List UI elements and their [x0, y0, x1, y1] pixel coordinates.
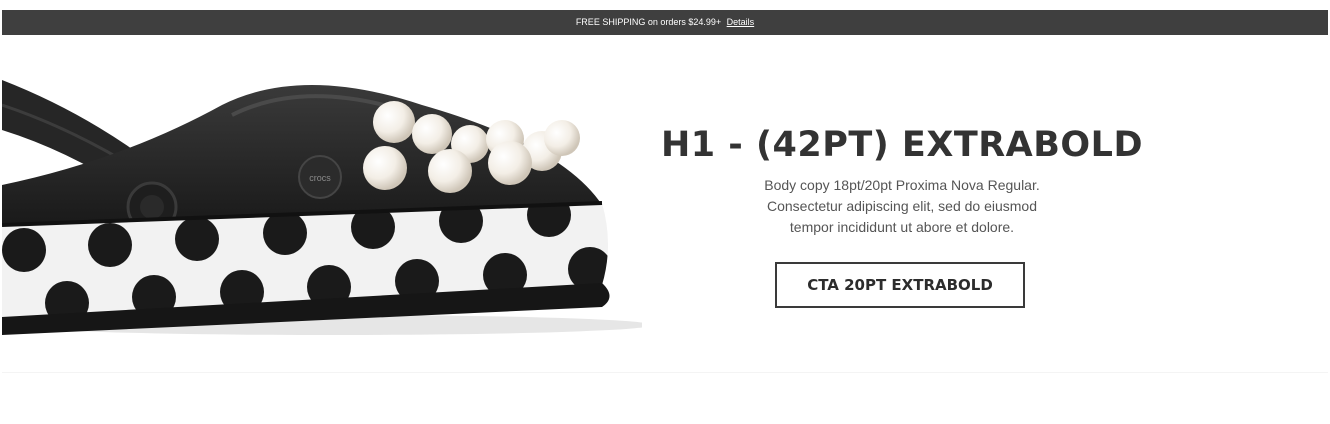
promo-text: FREE SHIPPING on orders $24.99+ — [575, 17, 722, 27]
hero-body-text: Body copy 18pt/20pt Proxima Nova Regular… — [702, 175, 1102, 238]
hero-copy: H1 - (42PT) EXTRABOLD Body copy 18pt/20p… — [642, 35, 1162, 372]
promo-details-link[interactable]: Details — [727, 17, 755, 27]
cta-button[interactable]: CTA 20PT EXTRABOLD — [775, 262, 1025, 308]
product-image-clog[interactable]: crocs — [2, 35, 642, 372]
hero-body-line-1: Body copy 18pt/20pt Proxima Nova Regular… — [764, 177, 1040, 193]
hero-body-line-3: tempor incididunt ut abore et dolore. — [789, 219, 1015, 235]
promo-banner: FREE SHIPPING on orders $24.99+ Details — [2, 10, 1328, 35]
logo-badge-text: crocs — [309, 173, 331, 183]
hero-banner: crocs H1 - (42PT) EXTRABOLD Body copy 18… — [2, 35, 1328, 372]
hero-title: H1 - (42PT) EXTRABOLD — [660, 125, 1144, 165]
section-divider — [2, 372, 1328, 373]
page: FREE SHIPPING on orders $24.99+ Details — [0, 0, 1330, 424]
hero-body-line-2: Consectetur adipiscing elit, sed do eius… — [766, 198, 1038, 214]
